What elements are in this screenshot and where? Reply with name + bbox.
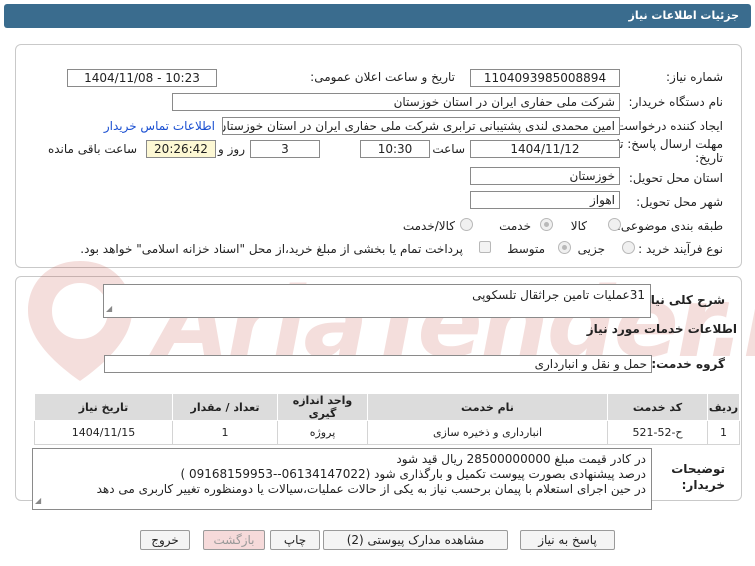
process-medium-label: متوسط [507, 242, 545, 256]
buyer-notes-label: توضیحات خریدار: [671, 462, 725, 492]
request-creator-field[interactable]: امین محمدی لندی پشتیبانی ترابری شرکت ملی… [222, 117, 620, 135]
table-header-row: ردیف کد خدمت نام خدمت واحد اندازه گیری ت… [34, 393, 740, 421]
process-minor-label: جزیی [577, 242, 605, 256]
col-header-unit: واحد اندازه گیری [277, 393, 368, 421]
remaining-days-field[interactable]: 3 [250, 140, 320, 158]
remaining-time-field[interactable]: 20:26:42 [146, 140, 216, 158]
buyer-note-line: در حین اجرای استعلام با پیمان برحسب نیاز… [96, 482, 646, 496]
process-minor-radio[interactable] [622, 241, 635, 254]
announce-datetime-field[interactable]: 1404/11/08 - 10:23 [67, 69, 217, 87]
need-number-label: شماره نیاز: [666, 70, 723, 84]
summary-label: شرح کلی نیاز: [639, 293, 725, 307]
cell-quantity: 1 [172, 420, 278, 445]
cell-need-date: 1404/11/15 [34, 420, 173, 445]
summary-field[interactable]: 31عملیات تامین جراثقال تلسکوپی ◢ [103, 284, 651, 318]
summary-text: 31عملیات تامین جراثقال تلسکوپی [472, 288, 645, 302]
buyer-contact-link[interactable]: اطلاعات تماس خریدار [104, 119, 215, 133]
service-group-label: گروه خدمت: [651, 357, 725, 371]
category-service-label: خدمت [499, 219, 531, 233]
cell-service-code: ح-52-521 [607, 420, 708, 445]
need-number-field[interactable]: 1104093985008894 [470, 69, 620, 87]
buyer-notes-field[interactable]: در کادر قیمت مبلغ 28500000000 ریال قید ش… [32, 448, 652, 510]
page-title: جزئیات اطلاعات نیاز [628, 9, 740, 22]
col-header-service-code: کد خدمت [607, 393, 708, 421]
buyer-org-field[interactable]: شرکت ملی حفاری ایران در استان خوزستان [172, 93, 620, 111]
exit-button[interactable]: خروج [140, 530, 190, 550]
announce-datetime-label: تاریخ و ساعت اعلان عمومی: [310, 70, 455, 84]
services-heading: اطلاعات خدمات مورد نیاز [586, 322, 737, 336]
deadline-time-field[interactable]: 10:30 [360, 140, 430, 158]
category-goods-service-radio[interactable] [460, 218, 473, 231]
delivery-city-field[interactable]: اهواز [470, 191, 620, 209]
category-goods-label: کالا [570, 219, 587, 233]
category-goods-service-label: کالا/خدمت [402, 219, 455, 233]
request-creator-label: ایجاد کننده درخواست: [612, 119, 723, 133]
delivery-city-label: شهر محل تحویل: [636, 195, 723, 209]
delivery-province-field[interactable]: خوزستان [470, 167, 620, 185]
cell-unit: پروژه [277, 420, 368, 445]
cell-row-number: 1 [707, 420, 740, 445]
services-table: ردیف کد خدمت نام خدمت واحد اندازه گیری ت… [34, 393, 740, 445]
treasury-payment-checkbox[interactable] [479, 241, 491, 253]
table-row: 1 ح-52-521 انبارداری و ذخیره سازی پروژه … [34, 420, 740, 445]
cell-service-name: انبارداری و ذخیره سازی [367, 420, 608, 445]
buyer-org-label: نام دستگاه خریدار: [628, 95, 724, 109]
deadline-date-field[interactable]: 1404/11/12 [470, 140, 620, 158]
buyer-note-line: درصد پیشنهادی بصورت پیوست تکمیل و بارگذا… [180, 467, 646, 481]
resize-grip-icon: ◢ [106, 304, 113, 313]
col-header-row-number: ردیف [707, 393, 740, 421]
purchase-process-label: نوع فرآیند خرید : [638, 242, 723, 256]
category-service-radio[interactable] [540, 218, 553, 231]
buyer-note-line: در کادر قیمت مبلغ 28500000000 ریال قید ش… [396, 452, 646, 466]
col-header-need-date: تاریخ نیاز [34, 393, 173, 421]
treasury-payment-text: پرداخت تمام یا بخشی از مبلغ خرید،از محل … [80, 242, 463, 256]
col-header-quantity: تعداد / مقدار [172, 393, 278, 421]
process-medium-radio[interactable] [558, 241, 571, 254]
service-group-field[interactable]: حمل و نقل و انبارداری [104, 355, 652, 373]
days-label: روز و [218, 142, 245, 156]
print-button[interactable]: چاپ [270, 530, 320, 550]
deadline-label: مهلت ارسال پاسخ: تا تاریخ: [616, 137, 723, 165]
view-attachments-button[interactable]: مشاهده مدارک پیوستی (2) [323, 530, 508, 550]
resize-grip-icon: ◢ [35, 496, 42, 505]
category-goods-radio[interactable] [608, 218, 621, 231]
delivery-province-label: استان محل تحویل: [628, 171, 723, 185]
deadline-time-label: ساعت [432, 142, 465, 156]
page-header: جزئیات اطلاعات نیاز [4, 4, 751, 28]
category-label: طبقه بندی موضوعی: [616, 219, 723, 233]
reply-button[interactable]: پاسخ به نیاز [520, 530, 615, 550]
col-header-service-name: نام خدمت [367, 393, 608, 421]
back-button[interactable]: بازگشت [203, 530, 265, 550]
remaining-time-label: ساعت باقی مانده [47, 142, 137, 156]
